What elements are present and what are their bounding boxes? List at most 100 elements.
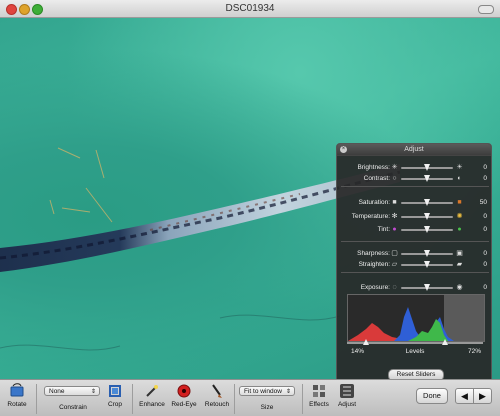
levels-label: Levels [405, 348, 425, 355]
redeye-label: Red-Eye [171, 401, 197, 408]
brightness-label: Brightness: [357, 164, 390, 171]
redeye-button[interactable]: Red-Eye [171, 383, 197, 408]
saturation-label: Saturation: [358, 199, 390, 206]
contrast-row: Contrast: ○ ◐ 0 [337, 174, 493, 184]
bottom-toolbar: Rotate None ⇕ Constrain Crop Enhance Red… [0, 379, 500, 416]
brightness-slider[interactable] [401, 164, 453, 171]
exposure-slider[interactable] [401, 284, 453, 291]
window-title: DSC01934 [225, 3, 275, 14]
histogram-graph [348, 295, 484, 341]
toolbar-toggle-button[interactable] [478, 5, 494, 14]
adjust-button[interactable]: Adjust [336, 383, 358, 408]
circle-outline-icon: ○ [392, 175, 397, 182]
dropdown-arrow-icon: ⇕ [285, 389, 291, 395]
next-button[interactable]: ▶ [473, 388, 492, 404]
tint-slider-handle[interactable] [424, 226, 430, 233]
tilt-left-icon: ▱ [391, 261, 398, 268]
sharp-square-icon: ▣ [456, 250, 463, 257]
dropdown-arrow-icon: ⇕ [90, 389, 96, 395]
constrain-value: None [49, 388, 65, 395]
saturation-row: Saturation: ■ ■ 50 [337, 198, 493, 208]
effects-icon [311, 383, 327, 399]
temperature-slider-handle[interactable] [424, 213, 430, 220]
rotate-button[interactable]: Rotate [6, 383, 28, 408]
sharpness-slider-handle[interactable] [424, 250, 430, 257]
title-bar: DSC01934 [0, 0, 500, 18]
levels-high-handle[interactable] [441, 339, 448, 345]
temperature-label: Temperature: [351, 213, 390, 220]
size-select[interactable]: Fit to window ⇕ [239, 386, 295, 396]
divider [234, 384, 235, 414]
crop-label: Crop [107, 401, 123, 408]
contrast-label: Contrast: [363, 175, 390, 182]
straighten-slider-handle[interactable] [424, 261, 430, 268]
saturation-value: 50 [479, 199, 487, 206]
adjust-panel-header: × Adjust [337, 144, 491, 156]
brightness-slider-handle[interactable] [424, 164, 430, 171]
sharpness-label: Sharpness: [357, 250, 390, 257]
adjust-label: Adjust [337, 401, 357, 408]
contrast-slider-handle[interactable] [424, 175, 430, 182]
constrain-label: Constrain [59, 404, 87, 411]
divider [36, 384, 37, 414]
tilt-right-icon: ▰ [456, 261, 463, 268]
magic-wand-icon [144, 383, 160, 399]
size-value: Fit to window [244, 388, 282, 395]
grey-square-icon: ■ [392, 199, 397, 206]
contrast-slider[interactable] [401, 175, 453, 182]
contrast-value: 0 [483, 175, 487, 182]
temperature-value: 0 [483, 213, 487, 220]
levels-low-handle[interactable] [363, 339, 370, 345]
crop-button[interactable]: Crop [105, 383, 125, 408]
red-eye-icon [176, 383, 192, 399]
temperature-row: Temperature: ✻ ✺ 0 [337, 212, 493, 222]
brightness-value: 0 [483, 164, 487, 171]
constrain-select[interactable]: None ⇕ [44, 386, 100, 396]
exposure-row: Exposure: ◌ ◉ 0 [337, 283, 493, 293]
sharpness-slider[interactable] [401, 250, 453, 257]
crop-icon [107, 383, 123, 399]
green-dot-icon: ● [457, 226, 462, 233]
half-circle-icon: ◐ [457, 175, 462, 182]
temperature-slider[interactable] [401, 213, 453, 220]
straighten-label: Straighten: [358, 261, 390, 268]
effects-button[interactable]: Effects [308, 383, 330, 408]
straighten-slider[interactable] [401, 261, 453, 268]
retouch-label: Retouch [204, 401, 230, 408]
divider [341, 272, 489, 273]
sun-large-icon: ☀ [456, 164, 463, 171]
retouch-button[interactable]: Retouch [204, 383, 230, 408]
divider [132, 384, 133, 414]
exposure-value: 0 [483, 284, 487, 291]
adjust-panel: × Adjust Brightness: ✳ ☀ 0 Contrast: ○ ◐ 0 Satur… [336, 143, 492, 383]
tint-label: Tint: [377, 226, 390, 233]
snowflake-icon: ✻ [391, 213, 398, 220]
levels-slider[interactable] [347, 339, 483, 345]
tint-slider[interactable] [401, 226, 453, 233]
sun-warm-icon: ✺ [456, 213, 463, 220]
brightness-row: Brightness: ✳ ☀ 0 [337, 163, 493, 173]
adjust-panel-title: Adjust [404, 146, 424, 153]
aperture-small-icon: ◌ [392, 284, 397, 291]
levels-high-value: 72% [467, 348, 481, 355]
saturation-slider[interactable] [401, 199, 453, 206]
color-square-icon: ■ [457, 199, 462, 206]
exposure-label: Exposure: [360, 284, 390, 291]
soft-square-icon: ▢ [391, 250, 398, 257]
exposure-slider-handle[interactable] [424, 284, 430, 291]
enhance-button[interactable]: Enhance [139, 383, 165, 408]
tint-value: 0 [483, 226, 487, 233]
levels-labels: 14% Levels 72% [347, 348, 483, 357]
tint-row: Tint: ● ● 0 [337, 225, 493, 235]
rotate-label: Rotate [7, 401, 27, 408]
magenta-dot-icon: ● [392, 226, 397, 233]
divider [302, 384, 303, 414]
straighten-row: Straighten: ▱ ▰ 0 [337, 260, 493, 270]
divider [341, 186, 489, 187]
enhance-label: Enhance [139, 401, 165, 408]
done-button[interactable]: Done [416, 388, 448, 404]
saturation-slider-handle[interactable] [424, 199, 430, 206]
previous-button[interactable]: ◀ [455, 388, 474, 404]
aperture-large-icon: ◉ [456, 284, 463, 291]
straighten-value: 0 [483, 261, 487, 268]
